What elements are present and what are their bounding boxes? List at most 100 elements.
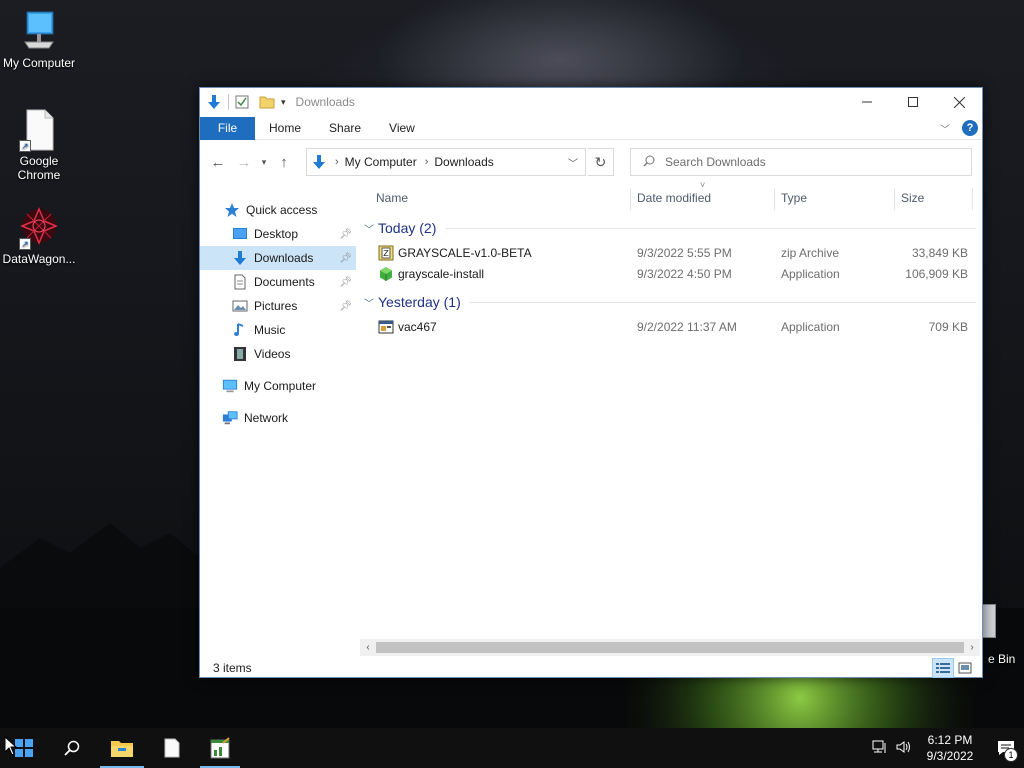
desktop-icon-google-chrome[interactable]: ↗ Google Chrome bbox=[1, 108, 77, 182]
maximize-button[interactable] bbox=[890, 88, 936, 116]
desktop-icon-label: DataWagon... bbox=[2, 252, 76, 266]
navigation-pane: Quick access Desktop 📌︎ Downloads 📌︎ Doc… bbox=[200, 198, 356, 648]
column-separator[interactable] bbox=[630, 188, 631, 210]
file-date: 9/2/2022 11:37 AM bbox=[637, 320, 737, 334]
tab-home[interactable]: Home bbox=[255, 117, 315, 140]
nav-item-quick-access[interactable]: Quick access bbox=[200, 198, 356, 222]
pin-icon[interactable]: 📌︎ bbox=[339, 277, 352, 288]
column-separator[interactable] bbox=[972, 188, 973, 210]
scroll-right-icon[interactable]: › bbox=[965, 640, 979, 655]
scrollbar-thumb[interactable] bbox=[376, 642, 964, 653]
forward-button[interactable]: → bbox=[232, 150, 256, 174]
file-name: vac467 bbox=[398, 320, 437, 334]
nav-item-music[interactable]: Music bbox=[200, 318, 356, 342]
minimize-icon bbox=[862, 101, 872, 103]
nav-item-label: Music bbox=[254, 323, 286, 337]
taskbar-clock[interactable]: 6:12 PM 9/3/2022 bbox=[920, 732, 980, 764]
column-header-name[interactable]: Name bbox=[376, 184, 408, 212]
nav-item-desktop[interactable]: Desktop 📌︎ bbox=[200, 222, 356, 246]
column-separator[interactable] bbox=[894, 188, 895, 210]
shortcut-arrow-icon: ↗ bbox=[19, 238, 31, 250]
breadcrumb-downloads[interactable]: Downloads bbox=[434, 155, 493, 169]
collapse-chevron-icon: ﹀ bbox=[364, 298, 374, 310]
nav-item-pictures[interactable]: Pictures 📌︎ bbox=[200, 294, 356, 318]
up-button[interactable]: ↑ bbox=[272, 150, 296, 174]
help-icon[interactable]: ? bbox=[962, 120, 978, 136]
group-label: Yesterday (1) bbox=[378, 294, 461, 310]
column-header-type[interactable]: Type bbox=[781, 184, 807, 212]
maximize-icon bbox=[908, 97, 918, 107]
scroll-left-icon[interactable]: ‹ bbox=[361, 640, 375, 655]
nav-item-network[interactable]: Network bbox=[200, 406, 356, 430]
new-folder-icon[interactable] bbox=[259, 92, 275, 112]
green-cube-icon bbox=[378, 266, 394, 282]
download-arrow-icon bbox=[232, 250, 248, 266]
film-icon bbox=[232, 346, 248, 362]
volume-icon[interactable] bbox=[896, 740, 912, 757]
nav-item-label: My Computer bbox=[244, 379, 317, 393]
large-icons-view-icon bbox=[958, 662, 972, 674]
document-icon bbox=[232, 274, 248, 290]
table-row[interactable]: vac467 9/2/2022 11:37 AM Application 709… bbox=[360, 317, 976, 338]
taskbar-search-button[interactable] bbox=[48, 728, 96, 768]
pin-icon[interactable]: 📌︎ bbox=[339, 301, 352, 312]
group-header-today[interactable]: ﹀ Today (2) bbox=[364, 218, 436, 238]
column-header-size[interactable]: Size bbox=[901, 184, 924, 212]
pin-icon[interactable]: 📌︎ bbox=[339, 253, 352, 264]
view-toggle bbox=[932, 658, 976, 678]
zip-archive-icon: Z bbox=[378, 245, 394, 261]
nav-item-downloads[interactable]: Downloads 📌︎ bbox=[200, 246, 356, 270]
horizontal-scrollbar[interactable]: ‹ › bbox=[360, 639, 980, 656]
group-header-yesterday[interactable]: ﹀ Yesterday (1) bbox=[364, 292, 461, 312]
breadcrumb-separator-icon[interactable]: › bbox=[335, 156, 339, 168]
recent-locations-chevron-icon[interactable]: ▾ bbox=[256, 150, 272, 174]
desktop-icon-datawagon[interactable]: ↗ DataWagon... bbox=[1, 206, 77, 266]
breadcrumb-my-computer[interactable]: My Computer bbox=[345, 155, 417, 169]
customize-toolbar-chevron-icon[interactable]: ▾ bbox=[281, 92, 286, 112]
network-status-icon[interactable] bbox=[872, 740, 888, 757]
tab-view[interactable]: View bbox=[375, 117, 429, 140]
download-arrow-icon bbox=[206, 92, 222, 112]
ribbon-right-controls: ﹀ ? bbox=[940, 120, 978, 136]
nav-item-my-computer[interactable]: My Computer bbox=[200, 374, 356, 398]
table-row[interactable]: Z GRAYSCALE-v1.0-BETA 9/3/2022 5:55 PM z… bbox=[360, 243, 976, 264]
tab-share[interactable]: Share bbox=[315, 117, 375, 140]
nav-item-documents[interactable]: Documents 📌︎ bbox=[200, 270, 356, 294]
taskbar-notepad-app[interactable] bbox=[198, 728, 242, 768]
desktop-icon-label: My Computer bbox=[2, 56, 76, 70]
desktop-icon-recycle-bin[interactable]: e Bin bbox=[980, 604, 1024, 666]
breadcrumb-separator-icon[interactable]: › bbox=[425, 156, 429, 168]
minimize-button[interactable] bbox=[844, 88, 890, 116]
search-input[interactable] bbox=[665, 155, 945, 169]
file-type: zip Archive bbox=[781, 246, 840, 260]
title-bar[interactable]: ▾ Downloads bbox=[200, 88, 982, 116]
taskbar-file-explorer[interactable] bbox=[98, 728, 146, 768]
file-size: 709 KB bbox=[928, 320, 968, 334]
nav-item-label: Network bbox=[244, 411, 289, 425]
recycle-bin-icon bbox=[982, 604, 996, 638]
details-view-button[interactable] bbox=[932, 658, 954, 678]
group-label: Today (2) bbox=[378, 220, 437, 236]
taskbar: 6:12 PM 9/3/2022 1 bbox=[0, 728, 1024, 768]
taskbar-blank-file[interactable] bbox=[148, 728, 196, 768]
properties-icon[interactable] bbox=[235, 92, 249, 112]
expand-ribbon-chevron-icon[interactable]: ﹀ bbox=[940, 121, 950, 136]
table-row[interactable]: grayscale-install 9/3/2022 4:50 PM Appli… bbox=[360, 264, 976, 285]
refresh-button[interactable]: ↻ bbox=[588, 148, 614, 176]
close-button[interactable] bbox=[936, 88, 982, 116]
search-box[interactable] bbox=[630, 148, 972, 176]
large-icons-view-button[interactable] bbox=[954, 658, 976, 678]
column-separator[interactable] bbox=[774, 188, 775, 210]
address-dropdown-chevron-icon[interactable]: ﹀ bbox=[561, 149, 585, 175]
desktop-icon-my-computer[interactable]: My Computer bbox=[1, 10, 77, 70]
action-center-button[interactable]: 1 bbox=[988, 728, 1024, 768]
pin-icon[interactable]: 📌︎ bbox=[339, 229, 352, 240]
ribbon-tabs: File Home Share View ﹀ ? bbox=[200, 116, 982, 140]
back-button[interactable]: ← bbox=[206, 150, 230, 174]
address-bar[interactable]: › My Computer › Downloads ﹀ bbox=[306, 148, 586, 176]
system-tray: 6:12 PM 9/3/2022 1 bbox=[872, 728, 1024, 768]
nav-item-videos[interactable]: Videos bbox=[200, 342, 356, 366]
app-window-icon bbox=[378, 319, 394, 335]
tab-file[interactable]: File bbox=[200, 116, 255, 140]
monitor-icon bbox=[19, 10, 59, 54]
